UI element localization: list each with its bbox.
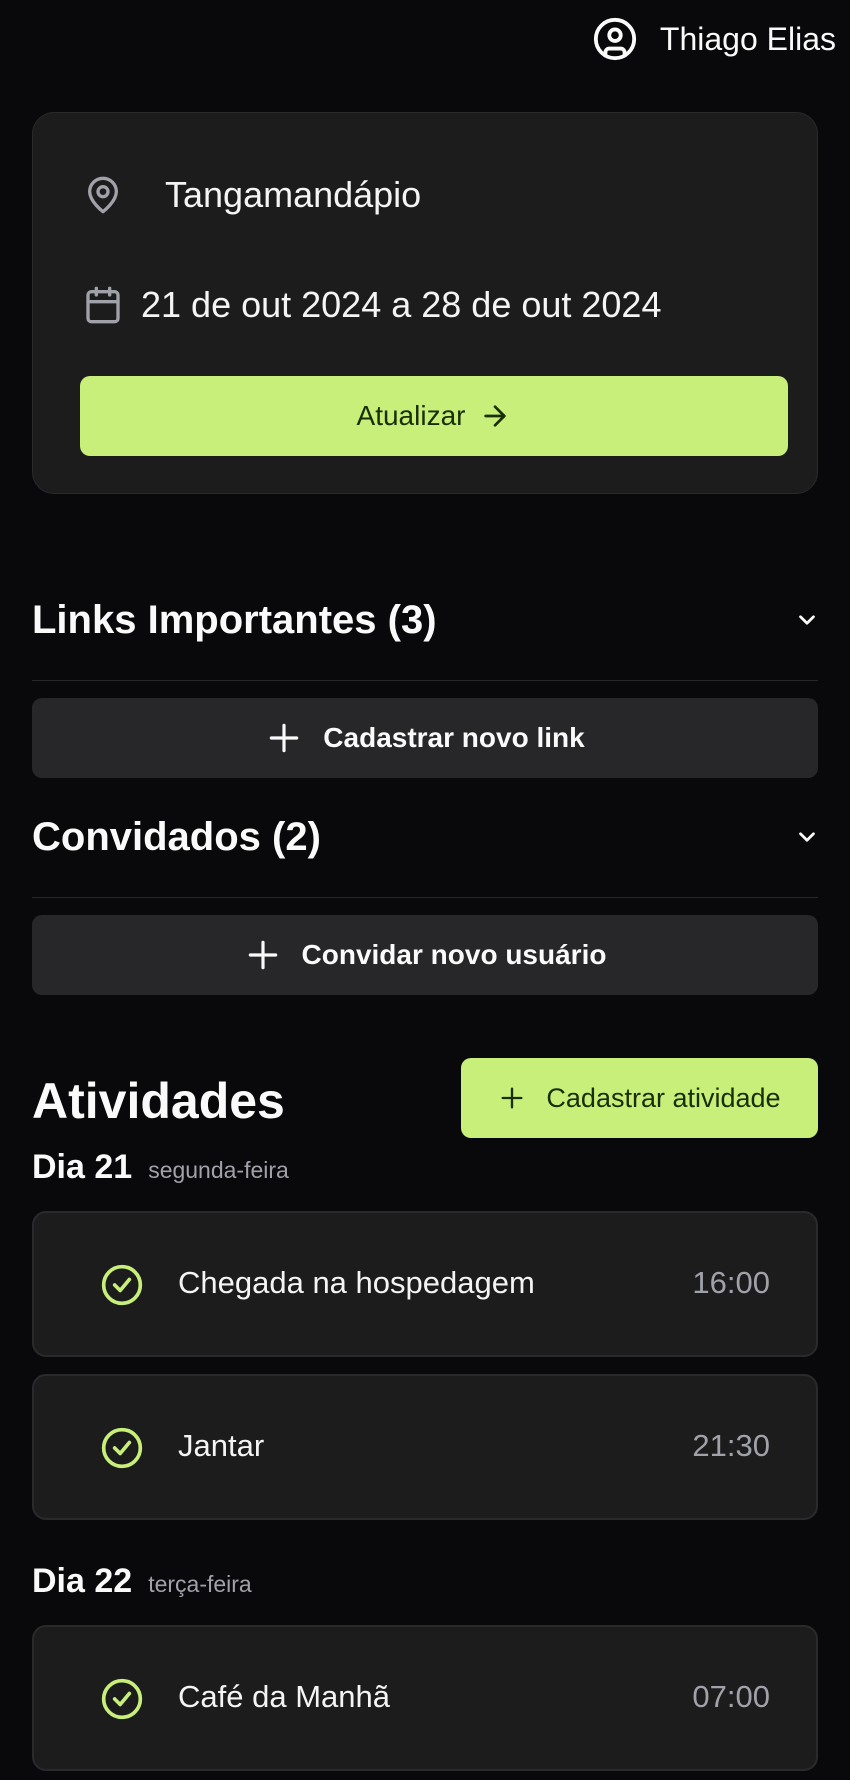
activity-time: 16:00	[692, 1265, 770, 1300]
destination-text: Tangamandápio	[165, 174, 422, 215]
guests-section-title: Convidados (2)	[32, 815, 321, 859]
add-activity-button[interactable]: Cadastrar atividade	[461, 1058, 818, 1138]
check-circle-icon	[101, 1264, 143, 1306]
invite-guest-label: Convidar novo usuário	[301, 939, 607, 970]
day-number: Dia 22	[32, 1562, 133, 1600]
activity-name: Jantar	[178, 1428, 265, 1463]
date-range-text: 21 de out 2024 a 28 de out 2024	[141, 284, 662, 325]
plus-icon	[248, 940, 277, 970]
plus-icon	[501, 1087, 523, 1109]
links-section-title: Links Importantes (3)	[32, 598, 437, 642]
arrow-right-icon	[484, 405, 507, 427]
activity-item[interactable]: Café da Manhã 07:00	[32, 1625, 818, 1771]
activity-time: 21:30	[692, 1428, 770, 1463]
user-circle-icon	[593, 17, 636, 61]
plus-icon	[270, 723, 299, 753]
check-circle-icon	[101, 1678, 143, 1720]
update-trip-label: Atualizar	[356, 400, 466, 431]
map-pin-icon	[88, 176, 119, 214]
activity-item[interactable]: Chegada na hospedagem 16:00	[32, 1211, 818, 1357]
user-profile[interactable]: Thiago Elias	[592, 16, 836, 62]
date-range-row: 21 de out 2024 a 28 de out 2024	[83, 283, 661, 327]
user-name: Thiago Elias	[659, 20, 836, 57]
links-divider	[32, 680, 818, 681]
day-header: Dia 21 segunda-feira	[32, 1148, 289, 1187]
links-chevron-down-icon[interactable]	[794, 607, 820, 633]
add-link-label: Cadastrar novo link	[323, 722, 585, 753]
day-number: Dia 21	[32, 1148, 133, 1186]
destination-row: Tangamandápio	[83, 173, 421, 217]
activity-name: Chegada na hospedagem	[178, 1265, 535, 1300]
activities-title: Atividades	[32, 1073, 285, 1129]
day-weekday: segunda-feira	[148, 1157, 289, 1183]
update-trip-button[interactable]: Atualizar	[80, 376, 788, 456]
calendar-icon	[86, 286, 120, 324]
check-circle-icon	[101, 1427, 143, 1469]
activity-time: 07:00	[692, 1679, 770, 1714]
add-activity-label: Cadastrar atividade	[546, 1082, 781, 1113]
activity-item[interactable]: Jantar 21:30	[32, 1374, 818, 1520]
invite-guest-button[interactable]: Convidar novo usuário	[32, 915, 818, 995]
activity-name: Café da Manhã	[178, 1679, 390, 1714]
day-weekday: terça-feira	[148, 1571, 252, 1597]
trip-details-card: Tangamandápio 21 de out 2024 a 28 de out…	[32, 112, 818, 494]
guests-divider	[32, 897, 818, 898]
guests-chevron-down-icon[interactable]	[794, 824, 820, 850]
day-header: Dia 22 terça-feira	[32, 1562, 252, 1601]
add-link-button[interactable]: Cadastrar novo link	[32, 698, 818, 778]
